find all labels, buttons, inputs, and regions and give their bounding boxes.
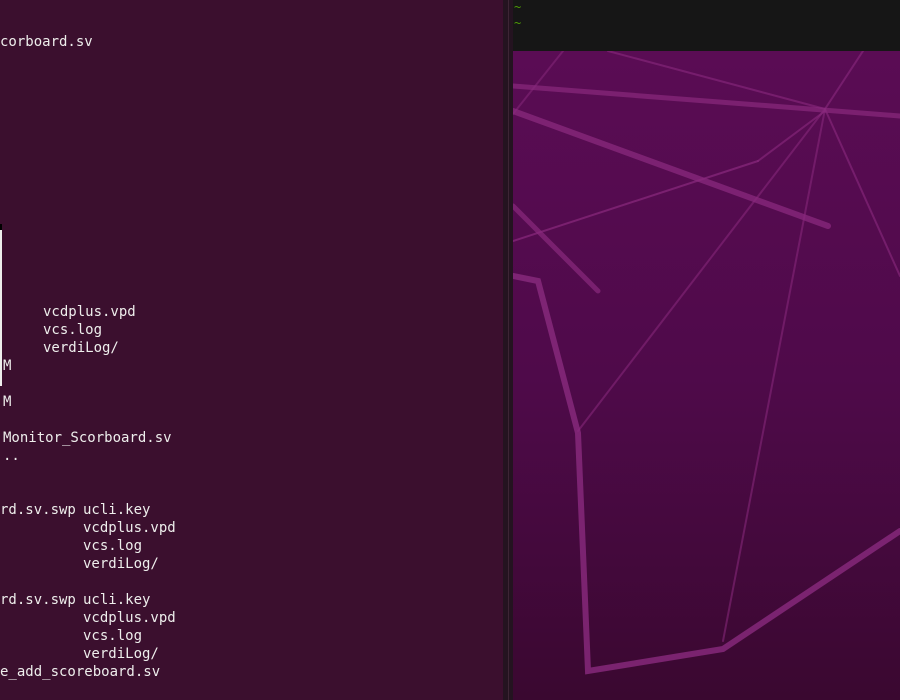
terminal-line: corboard.sv xyxy=(0,33,93,51)
desktop-wallpaper xyxy=(513,51,900,700)
vim-empty-line-marker: ~ xyxy=(514,0,522,14)
terminal-line: vcdplus.vpd xyxy=(0,609,176,627)
file-name: corboard.sv xyxy=(0,34,93,50)
file-name: vcdplus.vpd xyxy=(43,304,136,320)
terminal-line: rd.sv.swp ucli.key xyxy=(0,501,150,519)
terminal-line: vcs.log xyxy=(0,537,142,555)
divider-line xyxy=(508,0,509,700)
file-name: vcs.log xyxy=(43,322,103,338)
terminal-line: M xyxy=(0,357,34,375)
git-status-flag: M xyxy=(3,394,12,410)
file-name: e_add_scoreboard.sv xyxy=(0,664,161,680)
file-name: Monitor_Scorboard.sv xyxy=(3,430,172,446)
file-name: vcdplus.vpd xyxy=(83,610,176,626)
vim-window[interactable]: ~ ~ xyxy=(513,0,900,51)
terminal-line: .. xyxy=(0,447,34,465)
terminal-line: vcs.log xyxy=(0,627,142,645)
file-name: verdiLog/ xyxy=(83,556,159,572)
terminal-line: e_add_scoreboard.sv xyxy=(0,663,160,681)
file-name: vcs.log xyxy=(83,538,143,554)
terminal-line: verdiLog/ xyxy=(0,555,159,573)
file-name: ucli.key xyxy=(83,502,151,518)
terminal-line: vcs.log xyxy=(0,321,102,339)
terminal-line: verdiLog/ xyxy=(0,645,159,663)
terminal-window[interactable]: corboard.sv vcdplus.vpd vcs.log verdiLog… xyxy=(0,0,503,700)
file-name: verdiLog/ xyxy=(43,340,119,356)
terminal-line: verdiLog/ xyxy=(0,339,119,357)
terminal-line: vcdplus.vpd xyxy=(0,303,136,321)
file-name: vcdplus.vpd xyxy=(83,520,176,536)
file-name: ucli.key xyxy=(83,592,151,608)
file-name: verdiLog/ xyxy=(83,646,159,662)
terminal-line: M xyxy=(0,393,34,411)
file-name: vcs.log xyxy=(83,628,143,644)
file-name: .. xyxy=(3,448,20,464)
git-status-flag: M xyxy=(3,358,12,374)
vim-empty-line-marker: ~ xyxy=(514,16,522,30)
terminal-line: Monitor_Scorboard.sv xyxy=(0,429,172,447)
terminal-line: vcdplus.vpd xyxy=(0,519,176,537)
file-name: rd.sv.swp xyxy=(0,502,76,518)
terminal-selection-cap xyxy=(0,224,2,230)
wallpaper-graphic xyxy=(513,51,900,700)
file-name: rd.sv.swp xyxy=(0,592,76,608)
terminal-line: rd.sv.swp ucli.key xyxy=(0,591,150,609)
